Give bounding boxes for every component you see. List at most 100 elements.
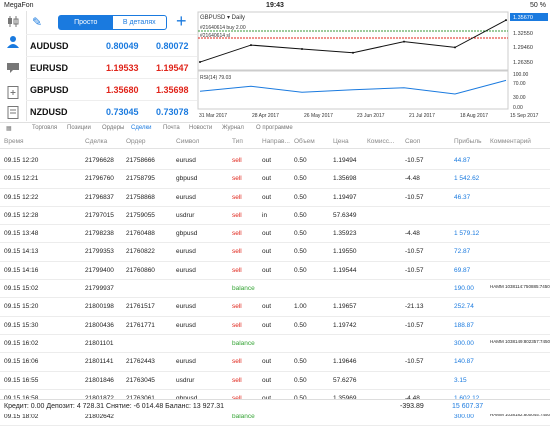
table-row[interactable]: 09.15 15:02 21799937 balance 190.00 НАММ 103… xyxy=(0,280,550,299)
table-row[interactable]: 09.15 12:22 21796837 21758868 eurusd sell out… xyxy=(0,189,550,207)
tab-orders[interactable]: Ордеры xyxy=(102,125,124,131)
cell-direction: out xyxy=(262,248,272,256)
cell-time: 09.15 15:20 xyxy=(4,303,39,311)
tab-journal[interactable]: Журнал xyxy=(222,125,244,131)
cell-volume: 1.00 xyxy=(294,303,307,311)
col-time[interactable]: Время xyxy=(4,138,24,145)
quote-row[interactable]: NZDUSD 0.73045 0.73078 xyxy=(26,100,197,123)
col-commission[interactable]: Комисс... xyxy=(367,138,394,145)
cell-direction: out xyxy=(262,157,272,164)
accounts-icon[interactable] xyxy=(4,35,22,49)
quote-row[interactable]: GBPUSD 1.35680 1.35698 xyxy=(26,78,197,101)
cell-time: 09.15 14:16 xyxy=(4,266,39,274)
cell-order: 21758666 xyxy=(126,157,155,164)
quote-bid: 0.80049 xyxy=(106,41,139,51)
tab-deals[interactable]: Сделки xyxy=(131,125,151,131)
quote-ask: 1.19547 xyxy=(156,63,189,73)
add-document-icon[interactable] xyxy=(4,86,22,100)
cell-order: 21763045 xyxy=(126,376,155,384)
col-order[interactable]: Ордер xyxy=(126,138,146,145)
table-row[interactable]: 09.15 14:16 21799400 21760860 eurusd sell out… xyxy=(0,262,550,281)
col-volume[interactable]: Объем xyxy=(294,138,315,145)
quote-symbol: GBPUSD xyxy=(30,85,69,95)
col-price[interactable]: Цена xyxy=(333,138,349,145)
cell-price: 1.19550 xyxy=(333,248,357,256)
cell-profit: 188.87 xyxy=(454,321,474,329)
table-row[interactable]: 09.15 16:02 21801101 balance 300.00 НАММ 103… xyxy=(0,335,550,354)
table-row[interactable]: 09.15 16:55 21801846 21763045 usdrur sell out… xyxy=(0,372,550,390)
cell-deal: 21800198 xyxy=(85,303,114,311)
document-icon[interactable] xyxy=(4,106,22,120)
cell-type: sell xyxy=(232,230,242,238)
col-comment[interactable]: Комментарий xyxy=(490,138,531,145)
quote-symbol: NZDUSD xyxy=(30,107,68,117)
cell-type: balance xyxy=(232,339,255,347)
cell-volume: 0.50 xyxy=(294,248,307,256)
cell-symbol: eurusd xyxy=(176,248,196,256)
table-row[interactable]: 09.15 15:30 21800436 21761771 eurusd sell out… xyxy=(0,317,550,335)
cell-time: 09.15 15:30 xyxy=(4,321,39,329)
price-label: 1.35670 xyxy=(513,15,533,21)
cell-price: 57.6276 xyxy=(333,376,357,384)
cell-time: 09.15 15:02 xyxy=(4,285,39,293)
deals-table-body: 09.15 12:20 21796628 21758666 eurusd sell out… xyxy=(0,152,550,426)
cell-deal: 21796760 xyxy=(85,175,114,183)
cell-volume: 0.50 xyxy=(294,211,307,219)
col-profit[interactable]: Прибыль xyxy=(454,138,482,145)
date-label: 18 Aug 2017 xyxy=(460,113,488,119)
cell-price: 1.35923 xyxy=(333,230,357,238)
bottom-tabs: ▦ Торговля Позиции Ордеры Сделки Почта Н… xyxy=(0,122,550,134)
chat-icon[interactable] xyxy=(4,61,22,75)
tab-positions[interactable]: Позиции xyxy=(67,125,91,131)
tab-news[interactable]: Новости xyxy=(189,125,212,131)
table-row[interactable]: 09.15 16:06 21801141 21762443 eurusd sell out… xyxy=(0,353,550,372)
account-summary: Кредит: 0.00 Депозит: 4 728.31 Снятие: -… xyxy=(4,403,225,410)
table-row[interactable]: 09.15 12:20 21796628 21758666 eurusd sell out… xyxy=(0,152,550,171)
add-symbol-icon[interactable]: + xyxy=(176,11,187,31)
table-row[interactable]: 09.15 15:20 21800198 21761517 eurusd sell out… xyxy=(0,298,550,317)
date-label: 28 Apr 2017 xyxy=(252,113,279,119)
table-row[interactable]: 09.15 13:48 21798238 21760488 gbpusd sell out… xyxy=(0,225,550,244)
cell-swap: -10.57 xyxy=(405,358,424,366)
tab-mail[interactable]: Почта xyxy=(163,125,180,131)
tab-trade[interactable]: Торговля xyxy=(32,125,57,131)
pencil-icon[interactable]: ✎ xyxy=(32,15,42,29)
cell-comment: НАММ 1038149:802357:74505 0 xyxy=(490,338,550,344)
simple-view-button[interactable]: Просто xyxy=(59,16,113,29)
table-row[interactable]: 09.15 14:13 21799353 21760822 eurusd sell out… xyxy=(0,243,550,262)
col-symbol[interactable]: Символ xyxy=(176,138,199,145)
date-label: 15 Sep 2017 xyxy=(510,113,539,119)
quote-row[interactable]: EURUSD 1.19533 1.19547 xyxy=(26,56,197,79)
cell-deal: 21796628 xyxy=(85,157,114,164)
sidebar xyxy=(0,11,27,121)
price-chart[interactable]: GBPUSD ▾ Daily #21640614 buy 2.00 #21640… xyxy=(197,11,550,121)
cell-direction: out xyxy=(262,358,272,366)
quote-row[interactable]: AUDUSD 0.80049 0.80072 xyxy=(26,34,197,57)
cell-price: 1.35698 xyxy=(333,175,357,183)
chart-icon[interactable] xyxy=(4,15,22,29)
price-label: 1.26350 xyxy=(513,60,533,66)
cell-profit: 72.87 xyxy=(454,248,471,256)
col-type[interactable]: Тип xyxy=(232,138,243,145)
table-row[interactable]: 09.15 12:21 21796760 21758795 gbpusd sell out… xyxy=(0,170,550,189)
cell-type: sell xyxy=(232,175,242,183)
tab-about[interactable]: О программе xyxy=(256,125,293,131)
cell-price: 57.6349 xyxy=(333,211,357,219)
price-point xyxy=(352,51,354,54)
table-row[interactable]: 09.15 12:28 21797015 21759055 usdrur sell in 0… xyxy=(0,207,550,226)
price-point xyxy=(250,44,252,47)
col-deal[interactable]: Сделка xyxy=(85,138,107,145)
price-series-line xyxy=(199,19,507,63)
quotes-panel: ✎ Просто В деталях + AUDUSD 0.80049 0.80… xyxy=(26,11,197,121)
cell-price: 1.19657 xyxy=(333,303,357,311)
cell-swap: -10.57 xyxy=(405,266,424,274)
col-swap[interactable]: Своп xyxy=(405,138,420,145)
tab-icon[interactable]: ▦ xyxy=(6,125,12,132)
cell-volume: 0.50 xyxy=(294,266,307,274)
cell-profit: 252.74 xyxy=(454,303,474,311)
col-direction[interactable]: Направ... xyxy=(262,138,290,145)
cell-symbol: eurusd xyxy=(176,358,196,366)
detailed-view-button[interactable]: В деталях xyxy=(113,16,167,29)
cell-order: 21759055 xyxy=(126,211,155,219)
cell-time: 09.15 12:22 xyxy=(4,193,39,201)
